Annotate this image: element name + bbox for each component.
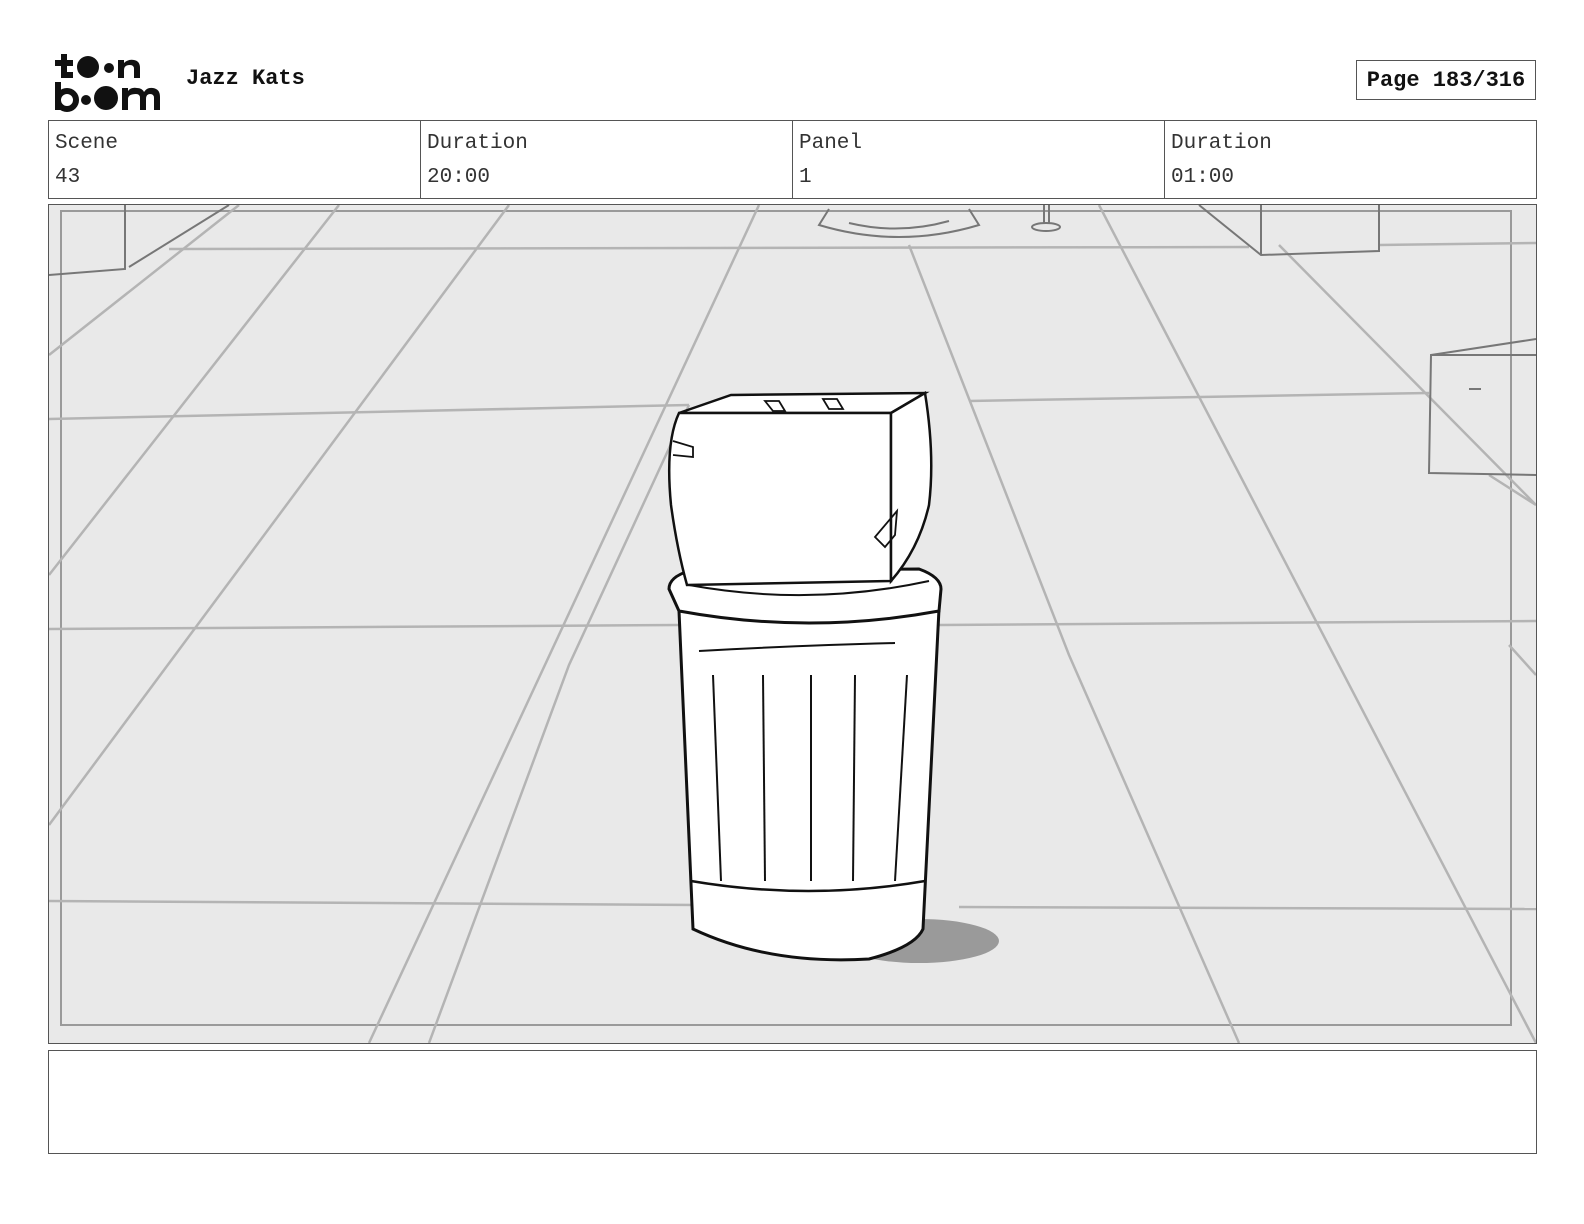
scene-value: 43: [55, 166, 81, 189]
project-title: Jazz Kats: [186, 66, 305, 91]
panel-value: 1: [799, 166, 812, 189]
cardboard-box: [667, 390, 933, 587]
scene-duration-label: Duration: [427, 132, 528, 155]
page-indicator: Page 183/316: [1356, 60, 1536, 100]
scene-info-table: Scene 43 Duration 20:00 Panel 1 Duration…: [48, 120, 1537, 199]
scene-label: Scene: [55, 132, 119, 155]
panel-label: Panel: [799, 132, 863, 155]
panel-duration-value: 01:00: [1171, 166, 1235, 189]
panel-notes: [48, 1050, 1537, 1154]
panel-duration-cell: Duration 01:00: [1165, 121, 1536, 198]
panel-duration-label: Duration: [1171, 132, 1272, 155]
panel-cell: Panel 1: [793, 121, 1165, 198]
panel-drawing: [49, 205, 1536, 1043]
toonboom-logo-icon: [55, 54, 160, 112]
trash-can: [667, 567, 943, 962]
scene-cell: Scene 43: [49, 121, 421, 198]
scene-duration-value: 20:00: [427, 166, 491, 189]
scene-duration-cell: Duration 20:00: [421, 121, 793, 198]
storyboard-panel: [48, 204, 1537, 1044]
